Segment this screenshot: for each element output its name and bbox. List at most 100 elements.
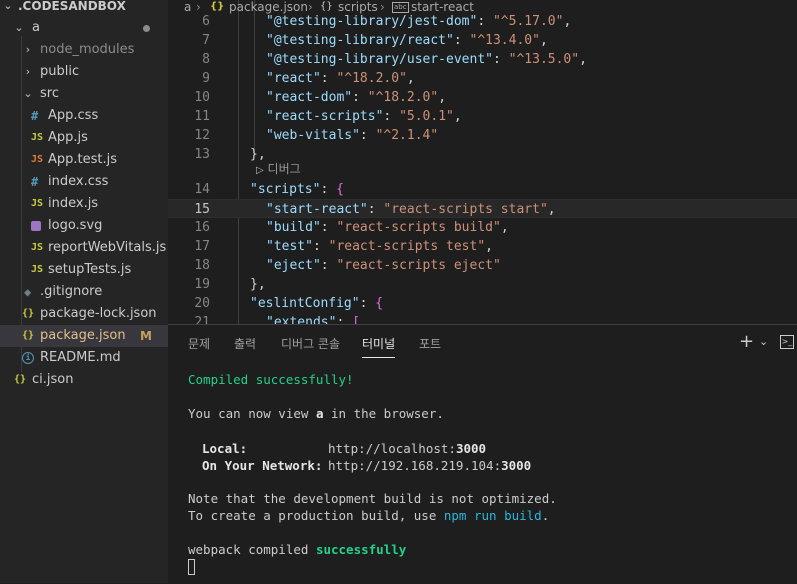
code-line[interactable]: 7 "@testing-library/react": "^13.4.0", xyxy=(168,31,797,50)
punctuation: : xyxy=(359,128,376,143)
code-line[interactable]: 14 "scripts": { xyxy=(168,180,797,199)
tree-file-package-lock[interactable]: {} package-lock.json xyxy=(0,303,168,325)
tree-file-logo-svg[interactable]: logo.svg xyxy=(0,215,168,237)
code-text: "scripts": { xyxy=(250,180,344,199)
json-key: "react-scripts" xyxy=(266,109,384,124)
tree-file-index-js[interactable]: JS index.js xyxy=(0,193,168,215)
text: webpack compiled xyxy=(188,542,316,557)
json-string: "5.0.1" xyxy=(399,109,454,124)
code-text: "@testing-library/jest-dom": "^5.17.0", xyxy=(266,12,571,31)
tree-file-app-test-js[interactable]: JS App.test.js xyxy=(0,149,168,171)
code-line[interactable]: 20 "eslintConfig": { xyxy=(168,294,797,313)
tab-terminal[interactable]: 터미널 xyxy=(362,335,396,358)
chevron-down-icon: ⌄ xyxy=(3,0,13,12)
code-line[interactable]: 15 "start-react": "react-scripts start", xyxy=(168,199,797,218)
tab-problems[interactable]: 문제 xyxy=(188,335,210,357)
terminal-line-note: Note that the development build is not o… xyxy=(188,491,557,506)
terminal-icon[interactable]: >_ xyxy=(780,335,794,349)
bracket: [ xyxy=(352,315,360,324)
code-text: "react-dom": "^18.2.0", xyxy=(266,88,446,107)
json-string: "react-scripts test" xyxy=(328,239,486,254)
json-file-icon: {} xyxy=(22,308,35,319)
chevron-right-icon: › xyxy=(25,65,31,78)
code-line[interactable]: 9 "react": "^18.2.0", xyxy=(168,69,797,88)
tree-folder-a[interactable]: ⌄ a xyxy=(0,17,168,39)
port: 3000 xyxy=(455,441,487,456)
code-text: }, xyxy=(250,275,266,294)
code-line[interactable]: 17 "test": "react-scripts test", xyxy=(168,237,797,256)
comma: , xyxy=(563,14,572,29)
tree-file-app-css[interactable]: # App.css xyxy=(0,105,168,127)
tree-file-package-json[interactable]: {} package.json M xyxy=(0,325,168,347)
debug-codelens[interactable]: ▷ 디버그 xyxy=(256,161,301,177)
tree-file-gitignore[interactable]: ◆ .gitignore xyxy=(0,281,168,303)
tree-file-readme[interactable]: i README.md xyxy=(0,347,168,369)
json-file-icon: {} xyxy=(14,374,27,385)
tab-debug-console[interactable]: 디버그 콘솔 xyxy=(281,335,340,357)
text: You can now view xyxy=(188,406,316,421)
comma: , xyxy=(579,52,587,67)
code-line[interactable]: 19}, xyxy=(168,275,797,294)
file-label: setupTests.js xyxy=(48,262,132,277)
comma: , xyxy=(438,90,447,105)
code-line[interactable]: 12 "web-vitals": "^2.1.4" xyxy=(168,126,797,145)
new-terminal-plus-icon[interactable]: + xyxy=(739,333,754,351)
file-label: package.json xyxy=(40,328,126,343)
line-number: 16 xyxy=(194,220,210,235)
network-label: On Your Network: xyxy=(202,458,323,473)
js-file-icon: JS xyxy=(31,264,44,275)
comma: , xyxy=(406,71,415,86)
line-number: 11 xyxy=(194,109,210,124)
punctuation: : xyxy=(320,182,337,197)
tab-ports[interactable]: 포트 xyxy=(419,335,441,357)
js-file-icon: JS xyxy=(31,242,44,253)
code-line[interactable]: 6 "@testing-library/jest-dom": "^5.17.0", xyxy=(168,12,797,31)
text: in the browser. xyxy=(323,406,444,421)
tree-folder-public[interactable]: › public xyxy=(0,61,168,83)
file-label: README.md xyxy=(40,350,121,365)
json-key: "test" xyxy=(266,239,313,254)
tree-file-index-css[interactable]: # index.css xyxy=(0,171,168,193)
tree-file-app-js[interactable]: JS App.js xyxy=(0,127,168,149)
json-key: "react-dom" xyxy=(266,90,353,105)
tab-output[interactable]: 출력 xyxy=(234,335,256,357)
chevron-down-icon: ⌄ xyxy=(23,87,33,100)
bracket: { xyxy=(336,182,344,197)
tree-folder-node-modules[interactable]: › node_modules xyxy=(0,39,168,61)
code-line[interactable]: 16 "build": "react-scripts build", xyxy=(168,218,797,237)
explorer-root-codesandbox[interactable]: ⌄ .CODESANDBOX xyxy=(0,0,168,17)
tree-file-report-web-vitals[interactable]: JS reportWebVitals.js xyxy=(0,237,168,259)
code-editor[interactable]: a › {} package.json › {} scripts › abc s… xyxy=(168,0,797,324)
file-label: App.js xyxy=(48,130,88,145)
svg-file-icon xyxy=(31,221,41,231)
punctuation: : xyxy=(336,315,353,324)
code-text: "react-scripts": "5.0.1", xyxy=(266,107,462,126)
chevron-down-icon[interactable]: ⌄ xyxy=(759,335,768,348)
code-line[interactable]: 8 "@testing-library/user-event": "^13.5.0… xyxy=(168,50,797,69)
play-icon: ▷ xyxy=(256,165,264,176)
tree-file-ci-json[interactable]: {} ci.json xyxy=(0,369,168,391)
file-label: App.test.js xyxy=(48,152,118,167)
code-text: "@testing-library/react": "^13.4.0", xyxy=(266,31,548,50)
line-number: 13 xyxy=(194,147,210,162)
json-string: "^18.2.0" xyxy=(336,71,407,86)
explorer-sidebar: ⌄ .CODESANDBOX ⌄ a › node_modules › publ… xyxy=(0,0,168,583)
terminal-line-compiled: Compiled successfully! xyxy=(188,372,354,387)
code-line[interactable]: 11 "react-scripts": "5.0.1", xyxy=(168,107,797,126)
command: npm run build xyxy=(443,508,542,523)
bracket: { xyxy=(375,296,384,311)
line-number: 9 xyxy=(202,71,210,86)
js-test-file-icon: JS xyxy=(31,154,44,165)
punctuation: : xyxy=(367,202,384,217)
code-line[interactable]: 21 "extends": [ xyxy=(168,313,797,324)
local-url[interactable]: http://localhost:3000 xyxy=(328,440,486,457)
json-key: "@testing-library/jest-dom" xyxy=(266,14,478,29)
tree-file-setup-tests[interactable]: JS setupTests.js xyxy=(0,259,168,281)
code-line[interactable]: 18 "eject": "react-scripts eject" xyxy=(168,256,797,275)
code-line[interactable]: 10 "react-dom": "^18.2.0", xyxy=(168,88,797,107)
tree-folder-src[interactable]: ⌄ src xyxy=(0,83,168,105)
network-url[interactable]: http://192.168.219.104:3000 xyxy=(328,457,531,474)
code-text: "start-react": "react-scripts start", xyxy=(266,200,556,219)
json-file-icon: {} xyxy=(22,330,35,341)
js-file-icon: JS xyxy=(31,198,44,209)
